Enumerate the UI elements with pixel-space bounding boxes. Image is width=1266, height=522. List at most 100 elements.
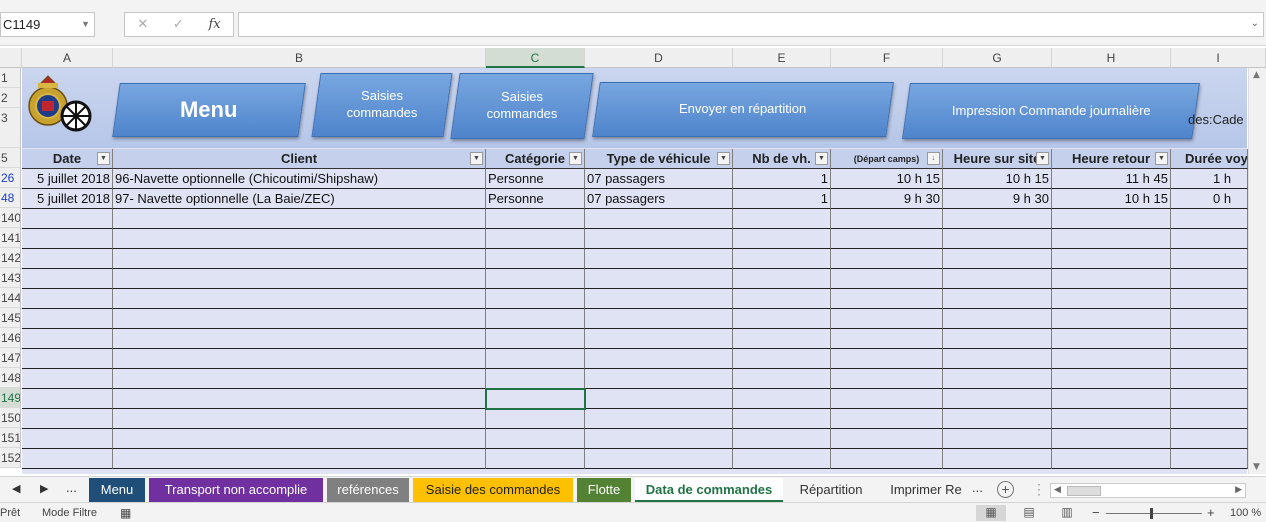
empty-cell[interactable]: [113, 249, 486, 269]
page-layout-icon[interactable]: ▤: [1014, 505, 1044, 521]
column-header-i[interactable]: I: [1171, 48, 1266, 68]
empty-cell[interactable]: [585, 389, 733, 409]
tab-overflow-left[interactable]: ...: [66, 480, 77, 495]
empty-cell[interactable]: [486, 249, 585, 269]
sheet-tab[interactable]: Répartition: [788, 478, 874, 502]
header-categorie[interactable]: Catégorie ▼: [486, 149, 585, 169]
empty-cell[interactable]: [1052, 329, 1171, 349]
cell-heure-sur-site[interactable]: 10 h 15: [943, 169, 1052, 189]
row-header[interactable]: 149: [0, 388, 21, 408]
empty-cell[interactable]: [1052, 429, 1171, 449]
empty-cell[interactable]: [22, 349, 113, 369]
empty-cell[interactable]: [22, 289, 113, 309]
insert-function-icon[interactable]: fx: [208, 17, 220, 32]
empty-cell[interactable]: [831, 369, 943, 389]
empty-cell[interactable]: [943, 229, 1052, 249]
empty-cell[interactable]: [831, 249, 943, 269]
envoyer-en-repartition-button[interactable]: Envoyer en répartition: [592, 82, 894, 137]
empty-cell[interactable]: [486, 289, 585, 309]
empty-cell[interactable]: [113, 289, 486, 309]
empty-cell[interactable]: [585, 209, 733, 229]
cell-type-vehicule[interactable]: 07 passagers: [585, 189, 733, 209]
empty-cell[interactable]: [943, 209, 1052, 229]
empty-cell[interactable]: [1171, 269, 1248, 289]
empty-cell[interactable]: [1171, 349, 1248, 369]
hscroll-split-icon[interactable]: ⋮: [1032, 481, 1046, 498]
scroll-right-icon[interactable]: ▶: [1235, 484, 1242, 495]
zoom-slider-thumb[interactable]: [1150, 508, 1153, 519]
empty-cell[interactable]: [486, 449, 585, 469]
empty-cell[interactable]: [486, 209, 585, 229]
header-date[interactable]: Date ▼: [22, 149, 113, 169]
column-header-g[interactable]: G: [943, 48, 1052, 68]
scroll-down-icon[interactable]: ▼: [1253, 462, 1260, 472]
header-heure-sur-site[interactable]: Heure sur site ▼: [943, 149, 1052, 169]
zoom-slider-track[interactable]: [1106, 513, 1202, 514]
empty-cell[interactable]: [113, 429, 486, 449]
empty-cell[interactable]: [1052, 349, 1171, 369]
empty-cell[interactable]: [733, 269, 831, 289]
column-header-f[interactable]: F: [831, 48, 943, 68]
empty-cell[interactable]: [486, 429, 585, 449]
empty-cell[interactable]: [831, 449, 943, 469]
empty-cell[interactable]: [585, 369, 733, 389]
empty-cell[interactable]: [113, 409, 486, 429]
dropdown-arrow-icon[interactable]: ▼: [717, 152, 730, 165]
empty-cell[interactable]: [831, 269, 943, 289]
horizontal-scrollbar[interactable]: ◀ ▶: [1050, 483, 1246, 498]
empty-cell[interactable]: [113, 269, 486, 289]
row-header[interactable]: 147: [0, 348, 21, 368]
row-header[interactable]: 141: [0, 228, 21, 248]
empty-cell[interactable]: [733, 289, 831, 309]
empty-cell[interactable]: [1171, 409, 1248, 429]
empty-cell[interactable]: [943, 389, 1052, 409]
add-sheet-icon[interactable]: +: [997, 481, 1014, 498]
empty-cell[interactable]: [943, 349, 1052, 369]
empty-cell[interactable]: [831, 229, 943, 249]
empty-cell[interactable]: [1171, 249, 1248, 269]
cell-duree-voyage[interactable]: 0 h: [1171, 189, 1248, 209]
empty-cell[interactable]: [1171, 229, 1248, 249]
zoom-level[interactable]: 100 %: [1230, 507, 1261, 519]
empty-cell[interactable]: [22, 269, 113, 289]
empty-cell[interactable]: [22, 449, 113, 469]
row-header[interactable]: 144: [0, 288, 21, 308]
empty-cell[interactable]: [113, 329, 486, 349]
empty-cell[interactable]: [1171, 289, 1248, 309]
row-header[interactable]: 143: [0, 268, 21, 288]
impression-commande-button[interactable]: Impression Commande journalière: [902, 83, 1200, 139]
empty-cell[interactable]: [1171, 329, 1248, 349]
row-header[interactable]: 148: [0, 368, 21, 388]
row-header[interactable]: 3: [0, 108, 21, 148]
saisies-commandes-button-1[interactable]: Saisies commandes: [311, 73, 453, 137]
vertical-scrollbar[interactable]: ▲ ▼: [1248, 68, 1266, 474]
empty-cell[interactable]: [733, 209, 831, 229]
empty-cell[interactable]: [943, 329, 1052, 349]
header-duree-voyage[interactable]: Durée voy: [1171, 149, 1248, 169]
empty-cell[interactable]: [113, 369, 486, 389]
empty-cell[interactable]: [22, 249, 113, 269]
column-header-e[interactable]: E: [733, 48, 831, 68]
sheet-tab[interactable]: Saisie des commandes: [413, 478, 573, 502]
empty-cell[interactable]: [831, 389, 943, 409]
header-nb-vh[interactable]: Nb de vh. ▼: [733, 149, 831, 169]
empty-cell[interactable]: [585, 329, 733, 349]
sort-filter-icon[interactable]: ↓: [927, 152, 940, 165]
sheet-tab[interactable]: Imprimer Re: [880, 478, 972, 502]
column-header-h[interactable]: H: [1052, 48, 1171, 68]
zoom-out-button[interactable]: −: [1092, 505, 1100, 520]
scroll-left-icon[interactable]: ◀: [1054, 484, 1061, 495]
empty-cell[interactable]: [831, 309, 943, 329]
row-header[interactable]: 48: [0, 188, 21, 208]
empty-cell[interactable]: [486, 229, 585, 249]
sheet-tab[interactable]: Transport non accomplie: [149, 478, 323, 502]
selected-cell[interactable]: [485, 388, 586, 410]
column-header-a[interactable]: A: [22, 48, 113, 68]
page-break-icon[interactable]: ▥: [1052, 505, 1082, 521]
empty-cell[interactable]: [486, 269, 585, 289]
empty-cell[interactable]: [943, 269, 1052, 289]
row-header[interactable]: 146: [0, 328, 21, 348]
empty-cell[interactable]: [486, 409, 585, 429]
sheet-tab[interactable]: Flotte: [577, 478, 631, 502]
cell-heure-retour[interactable]: 11 h 45: [1052, 169, 1171, 189]
